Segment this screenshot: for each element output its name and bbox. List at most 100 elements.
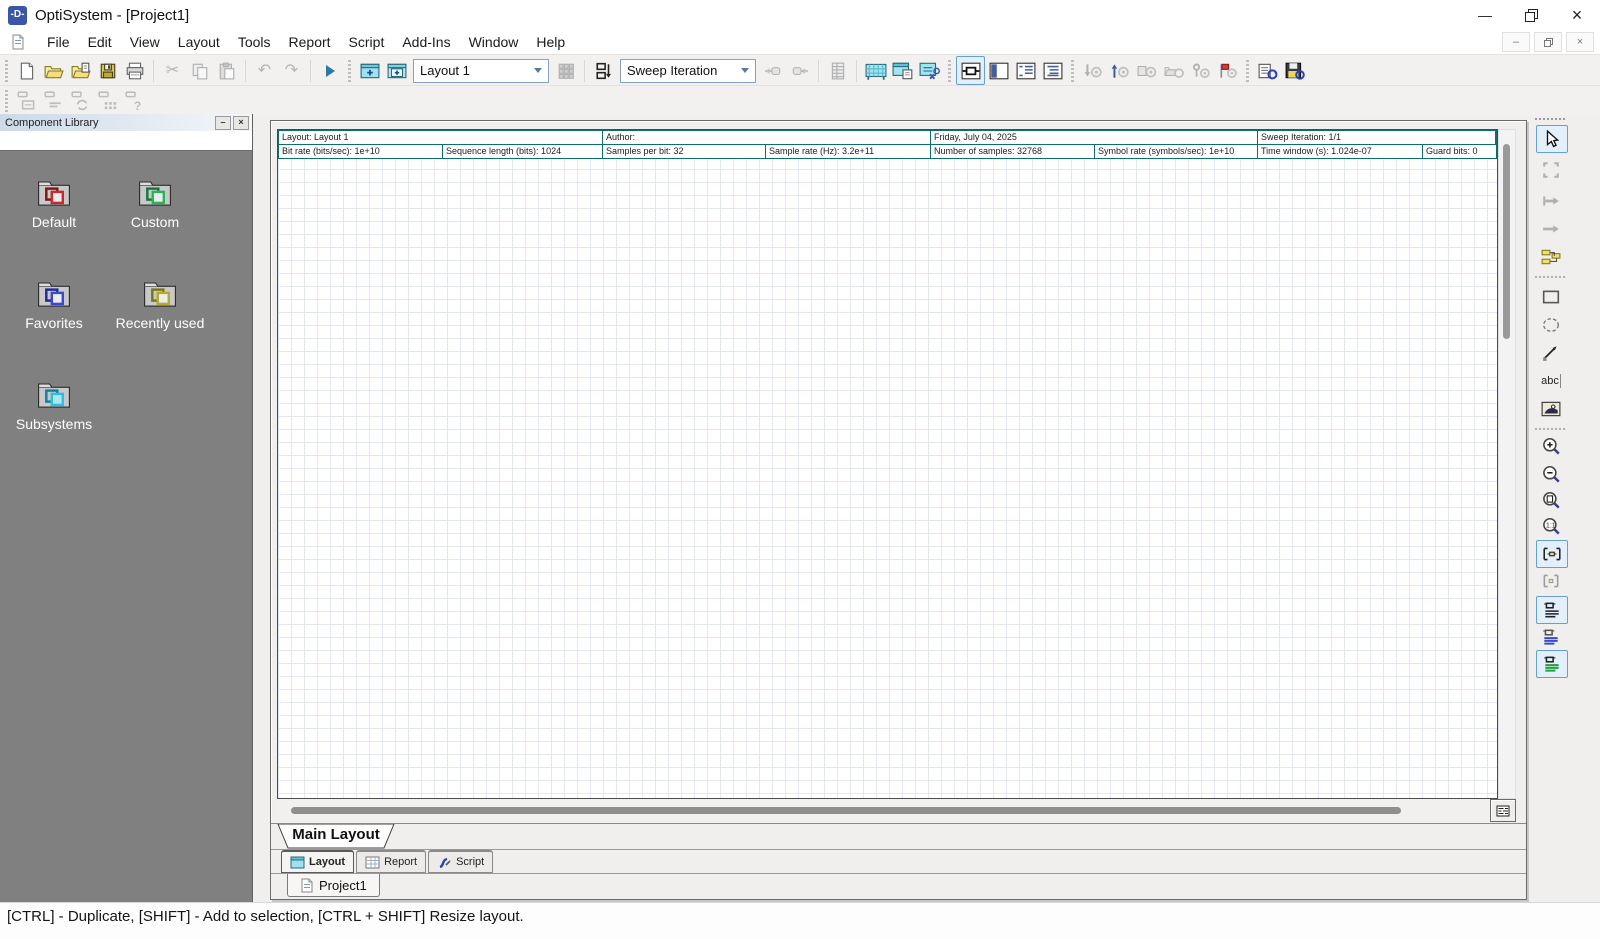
duplicate-layout-button[interactable] xyxy=(552,57,579,84)
toolbar-grip[interactable] xyxy=(1071,60,1074,82)
fit-horizontal-button[interactable] xyxy=(1536,540,1568,568)
view-list-button[interactable] xyxy=(1012,57,1039,84)
print-button[interactable] xyxy=(121,57,148,84)
zoom-out-button[interactable] xyxy=(1536,462,1566,488)
open-project-button[interactable] xyxy=(40,57,67,84)
menu-window[interactable]: Window xyxy=(460,32,528,52)
script-flag-button[interactable] xyxy=(1214,57,1241,84)
library-refresh-button[interactable] xyxy=(67,87,94,114)
minimize-button[interactable]: — xyxy=(1462,0,1508,30)
toolbar-grip[interactable] xyxy=(948,60,951,82)
save-button[interactable] xyxy=(94,57,121,84)
folder-default[interactable]: Default xyxy=(4,176,104,230)
tab-layout[interactable]: Layout xyxy=(281,850,354,873)
horizontal-scrollbar[interactable] xyxy=(277,799,1496,821)
folder-subsystems[interactable]: Subsystems xyxy=(4,378,104,432)
menu-tools[interactable]: Tools xyxy=(229,32,280,52)
save-results-button[interactable] xyxy=(1281,57,1308,84)
calculate-play-button[interactable] xyxy=(316,57,343,84)
zoom-in-button[interactable] xyxy=(1536,434,1566,460)
library-icons-button[interactable] xyxy=(94,87,121,114)
connect-after-button[interactable] xyxy=(1536,188,1566,214)
script-upload-button[interactable] xyxy=(1106,57,1133,84)
library-list-button[interactable] xyxy=(40,87,67,114)
copy-button[interactable] xyxy=(186,57,213,84)
ellipse-tool-button[interactable] xyxy=(1536,312,1566,338)
toolbar-grip[interactable] xyxy=(1246,60,1249,82)
tab-script[interactable]: Script xyxy=(428,850,493,873)
menu-file[interactable]: File xyxy=(38,32,79,52)
layout-window-button[interactable] xyxy=(356,57,383,84)
table-toggle-button[interactable] xyxy=(1490,799,1516,822)
vertical-scrollbar[interactable] xyxy=(1498,129,1516,799)
script-component-button[interactable] xyxy=(1133,57,1160,84)
rectangle-tool-button[interactable] xyxy=(1536,284,1566,310)
library-help-button[interactable]: ? xyxy=(121,87,148,114)
menu-view[interactable]: View xyxy=(121,32,169,52)
tab-report[interactable]: Report xyxy=(356,850,426,873)
panel-collapse-button[interactable]: – xyxy=(215,116,231,130)
menu-script[interactable]: Script xyxy=(340,32,394,52)
folder-favorites[interactable]: Favorites xyxy=(4,277,104,331)
menu-help[interactable]: Help xyxy=(527,32,574,52)
tab-main-layout[interactable]: Main Layout xyxy=(277,824,395,849)
zoom-one-to-one-button[interactable]: 1:1 xyxy=(1536,514,1566,540)
undo-button[interactable]: ↶ xyxy=(251,57,278,84)
sweep-select[interactable]: Sweep Iteration xyxy=(620,59,756,83)
script-open-button[interactable] xyxy=(1160,57,1187,84)
new-layout-button[interactable] xyxy=(383,57,410,84)
palette-grip[interactable] xyxy=(1535,118,1567,120)
label-style-green-button[interactable] xyxy=(1536,650,1568,678)
line-tool-button[interactable] xyxy=(1536,340,1566,366)
image-tool-button[interactable] xyxy=(1536,396,1566,422)
layout-canvas[interactable]: Layout: Layout 1 Author: Friday, July 04… xyxy=(277,129,1498,799)
horizontal-scrollbar-thumb[interactable] xyxy=(291,807,1401,814)
mdi-minimize-button[interactable]: – xyxy=(1502,32,1530,52)
zoom-page-button[interactable] xyxy=(1536,488,1566,514)
paste-button[interactable] xyxy=(213,57,240,84)
view-split-button[interactable] xyxy=(985,57,1012,84)
menu-report[interactable]: Report xyxy=(280,32,340,52)
select-area-button[interactable] xyxy=(1536,157,1566,183)
component-library-header[interactable]: Component Library – × xyxy=(0,114,252,131)
label-style-black-button[interactable] xyxy=(1536,596,1568,624)
folder-custom[interactable]: Custom xyxy=(105,176,205,230)
next-sweep-button[interactable] xyxy=(786,57,813,84)
layout-page-setup-button[interactable] xyxy=(889,57,916,84)
new-project-button[interactable] xyxy=(13,57,40,84)
sweep-mode-button[interactable] xyxy=(590,57,617,84)
calculation-schedules-button[interactable] xyxy=(1254,57,1281,84)
label-style-blue-button[interactable] xyxy=(1536,624,1566,650)
folder-recently-used[interactable]: Recently used xyxy=(105,277,215,331)
close-button[interactable]: × xyxy=(1554,0,1600,30)
panel-close-button[interactable]: × xyxy=(233,116,249,130)
view-report-button[interactable] xyxy=(1039,57,1066,84)
mdi-close-button[interactable]: × xyxy=(1566,32,1594,52)
restore-button[interactable] xyxy=(1508,0,1554,30)
text-tool-button[interactable]: abc xyxy=(1536,368,1566,394)
toolbar-grip[interactable] xyxy=(5,90,8,112)
menu-add-ins[interactable]: Add-Ins xyxy=(393,32,459,52)
connect-arrow-button[interactable] xyxy=(1536,216,1566,242)
component-viewer-button[interactable] xyxy=(916,57,943,84)
mdi-restore-button[interactable] xyxy=(1534,32,1562,52)
menu-layout[interactable]: Layout xyxy=(169,32,229,52)
menu-edit[interactable]: Edit xyxy=(79,32,121,52)
toolbar-grip[interactable] xyxy=(348,60,351,82)
auto-connect-button[interactable] xyxy=(1536,244,1566,270)
view-details-button[interactable] xyxy=(956,56,985,85)
tab-project1[interactable]: Project1 xyxy=(287,874,380,897)
fit-vertical-button[interactable] xyxy=(1536,568,1566,594)
layout-select[interactable]: Layout 1 xyxy=(413,59,549,83)
previous-sweep-button[interactable] xyxy=(759,57,786,84)
parameter-table-button[interactable] xyxy=(824,57,851,84)
toolbar-grip[interactable] xyxy=(5,60,8,82)
cut-button[interactable]: ✂ xyxy=(159,57,186,84)
select-tool-button[interactable] xyxy=(1536,125,1568,153)
library-details-button[interactable] xyxy=(13,87,40,114)
script-download-button[interactable] xyxy=(1079,57,1106,84)
vertical-scrollbar-thumb[interactable] xyxy=(1503,144,1510,339)
import-button[interactable] xyxy=(67,57,94,84)
script-key-button[interactable] xyxy=(1187,57,1214,84)
redo-button[interactable]: ↷ xyxy=(278,57,305,84)
